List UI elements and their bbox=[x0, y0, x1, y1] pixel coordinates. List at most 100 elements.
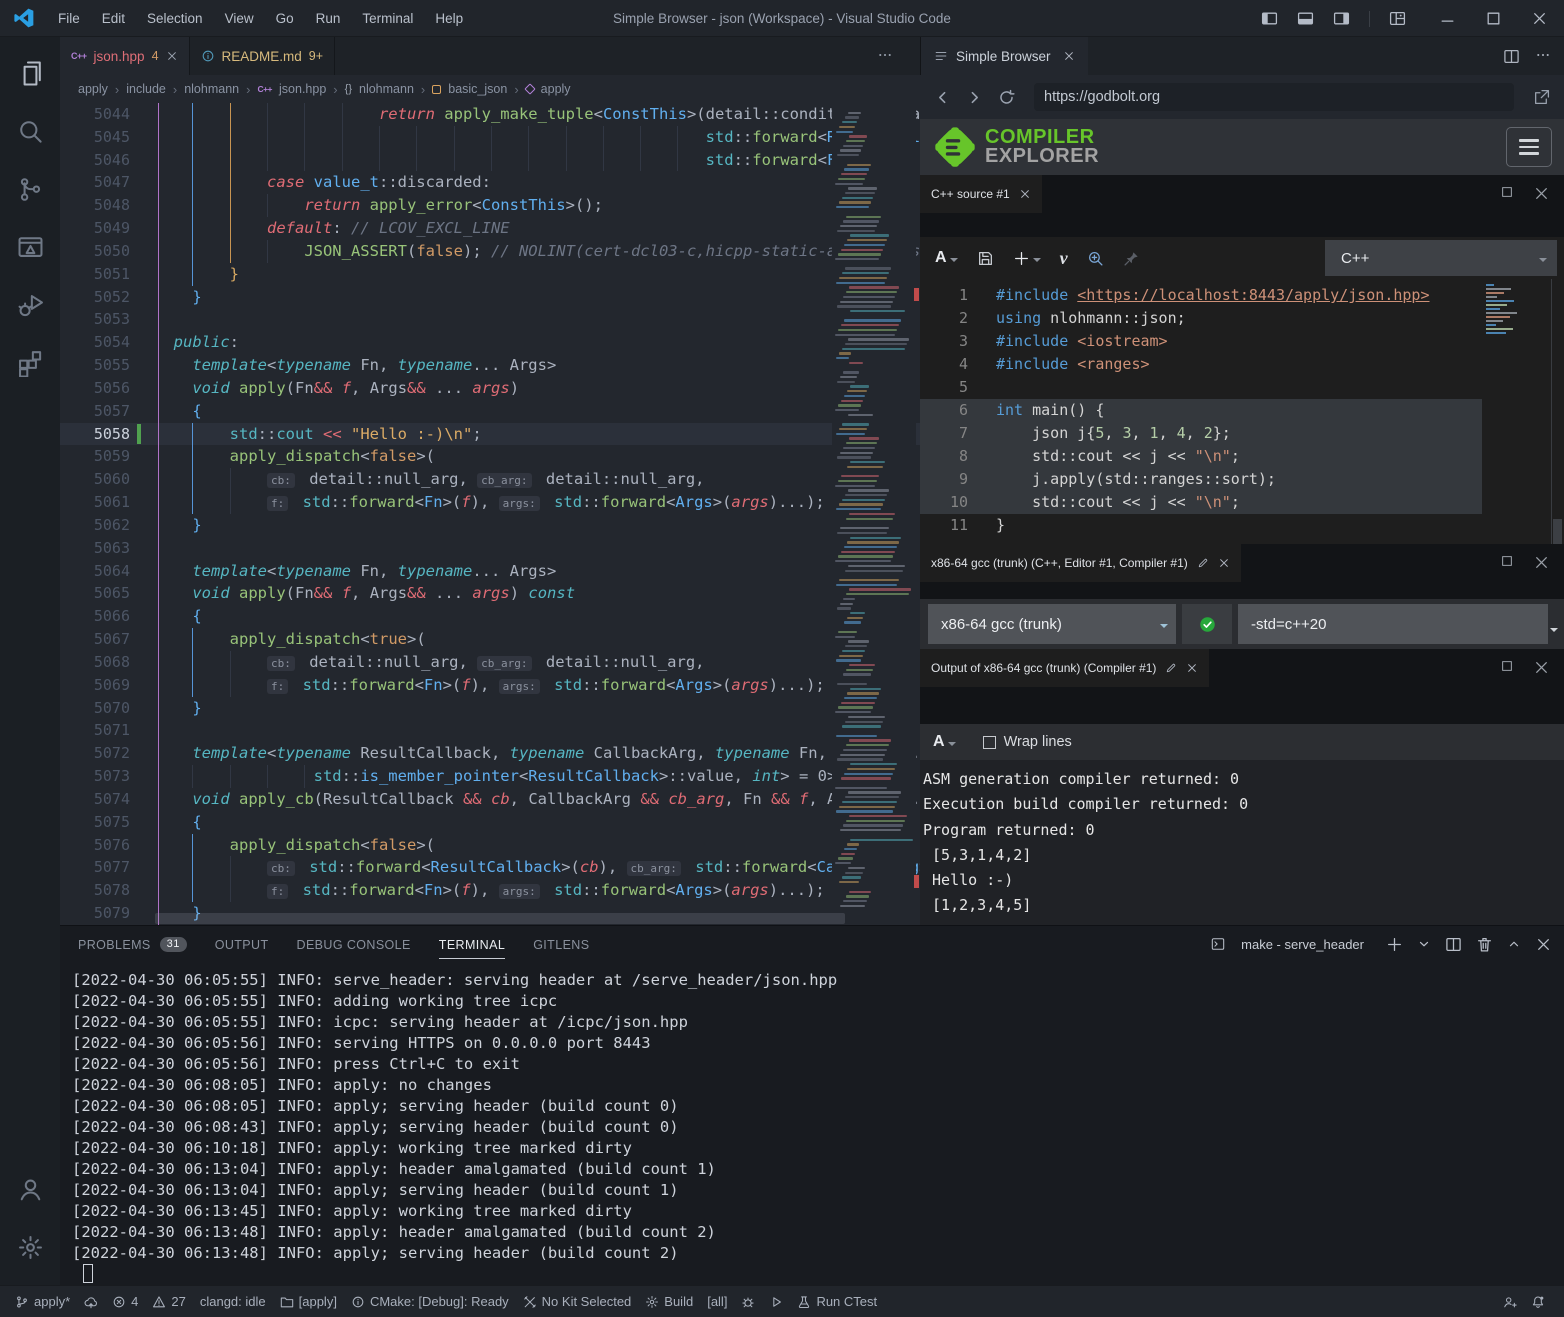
activitybar-run-debug[interactable] bbox=[0, 279, 60, 331]
open-external-icon[interactable] bbox=[1533, 89, 1550, 106]
source-pane-tab[interactable]: C++ source #1 bbox=[920, 175, 1042, 213]
menu-help[interactable]: Help bbox=[424, 8, 474, 29]
toggle-secondary-sidebar-icon[interactable] bbox=[1333, 10, 1350, 27]
status-clangd-status[interactable]: clangd: idle bbox=[193, 1286, 273, 1317]
back-icon[interactable] bbox=[934, 89, 951, 106]
menu-terminal[interactable]: Terminal bbox=[351, 8, 424, 29]
terminal-title[interactable]: make - serve_header bbox=[1241, 937, 1364, 952]
window-maximize-icon[interactable] bbox=[1485, 10, 1502, 27]
menu-run[interactable]: Run bbox=[305, 8, 352, 29]
menu-edit[interactable]: Edit bbox=[91, 8, 136, 29]
font-size-icon[interactable]: A bbox=[933, 733, 956, 751]
tab-simple-browser[interactable]: Simple Browser bbox=[921, 37, 1088, 75]
tab-close-icon[interactable] bbox=[1063, 50, 1075, 62]
pane-maximize-icon[interactable] bbox=[1500, 659, 1514, 673]
pane-close-icon[interactable] bbox=[1218, 557, 1230, 569]
status-git-branch[interactable]: apply* bbox=[8, 1286, 77, 1317]
customize-layout-icon[interactable] bbox=[1389, 10, 1406, 27]
compiler-pane-tab[interactable]: x86-64 gcc (trunk) (C++, Editor #1, Comp… bbox=[920, 544, 1241, 582]
pane-close-icon[interactable] bbox=[1186, 662, 1198, 674]
status-warnings[interactable]: 27 bbox=[145, 1286, 192, 1317]
menu-file[interactable]: File bbox=[47, 8, 91, 29]
editor-actions-more-icon[interactable] bbox=[878, 48, 892, 62]
panel-tab-debug-console[interactable]: DEBUG CONSOLE bbox=[297, 926, 411, 962]
close-panel-icon[interactable] bbox=[1535, 936, 1552, 953]
terminal-dropdown-icon[interactable] bbox=[1417, 937, 1431, 951]
breadcrumb-item[interactable]: basic_json bbox=[448, 82, 507, 96]
new-terminal-icon[interactable] bbox=[1386, 936, 1403, 953]
more-actions-icon[interactable] bbox=[1536, 48, 1550, 62]
options-dropdown-icon[interactable] bbox=[1550, 628, 1558, 636]
activitybar-search[interactable] bbox=[0, 105, 60, 157]
pane-close-icon[interactable] bbox=[1019, 188, 1031, 200]
rename-pane-icon[interactable] bbox=[1197, 557, 1209, 569]
status-sync-changes[interactable] bbox=[77, 1286, 105, 1317]
language-select[interactable]: C++ bbox=[1325, 240, 1557, 276]
status-cmake-folder[interactable]: [apply] bbox=[273, 1286, 344, 1317]
wrap-lines-checkbox[interactable] bbox=[983, 736, 996, 749]
panel-tab-gitlens[interactable]: GITLENS bbox=[533, 926, 589, 962]
pane-maximize-icon[interactable] bbox=[1500, 554, 1514, 568]
activitybar-extensions[interactable] bbox=[0, 337, 60, 389]
status-notifications[interactable] bbox=[1524, 1286, 1552, 1317]
compiler-options-input[interactable]: -std=c++20 bbox=[1238, 604, 1548, 644]
pane-close-icon[interactable] bbox=[1533, 554, 1550, 571]
activitybar-explorer[interactable] bbox=[0, 47, 60, 99]
activitybar-settings[interactable] bbox=[0, 1221, 60, 1273]
editor-tab-json.hpp[interactable]: C++json.hpp4 bbox=[60, 37, 190, 75]
editor-tab-README.md[interactable]: README.md9+ bbox=[190, 37, 336, 75]
terminal-output[interactable]: [2022-04-30 06:05:55] INFO: serve_header… bbox=[72, 970, 837, 1264]
font-size-icon[interactable]: A bbox=[935, 249, 958, 267]
breadcrumb-item[interactable]: include bbox=[126, 82, 166, 96]
window-minimize-icon[interactable] bbox=[1439, 10, 1456, 27]
vim-mode-icon[interactable]: v bbox=[1060, 248, 1068, 269]
menu-go[interactable]: Go bbox=[265, 8, 305, 29]
godbolt-source-editor[interactable]: 1#include <https://localhost:8443/apply/… bbox=[920, 279, 1564, 544]
reload-icon[interactable] bbox=[998, 89, 1015, 106]
output-pane-tab[interactable]: Output of x86-64 gcc (trunk) (Compiler #… bbox=[920, 649, 1209, 687]
compiler-select[interactable]: x86-64 gcc (trunk) bbox=[928, 604, 1176, 644]
menu-hamburger-icon[interactable] bbox=[1506, 127, 1552, 167]
add-pane-icon[interactable] bbox=[1013, 250, 1041, 267]
window-close-icon[interactable] bbox=[1531, 10, 1548, 27]
breadcrumb-item[interactable]: json.hpp bbox=[279, 82, 326, 96]
split-terminal-icon[interactable] bbox=[1445, 936, 1462, 953]
status-errors[interactable]: 4 bbox=[105, 1286, 145, 1317]
pane-close-icon[interactable] bbox=[1533, 185, 1550, 202]
compiler-explorer-logo-text[interactable]: COMPILER EXPLORER bbox=[985, 128, 1099, 166]
breadcrumb-item[interactable]: apply bbox=[541, 82, 571, 96]
rename-pane-icon[interactable] bbox=[1165, 662, 1177, 674]
pane-close-icon[interactable] bbox=[1533, 659, 1550, 676]
status-cmake-kit[interactable]: No Kit Selected bbox=[516, 1286, 639, 1317]
kill-terminal-icon[interactable] bbox=[1476, 936, 1493, 953]
search-icon[interactable] bbox=[1087, 250, 1104, 267]
status-debug-target[interactable] bbox=[734, 1286, 762, 1317]
minimap[interactable] bbox=[832, 103, 916, 925]
forward-icon[interactable] bbox=[966, 89, 983, 106]
menu-selection[interactable]: Selection bbox=[136, 8, 214, 29]
url-input[interactable]: https://godbolt.org bbox=[1034, 83, 1514, 111]
activitybar-live-preview[interactable] bbox=[0, 221, 60, 273]
status-build-target[interactable]: [all] bbox=[700, 1286, 734, 1317]
status-feedback[interactable] bbox=[1496, 1286, 1524, 1317]
status-launch-target[interactable] bbox=[762, 1286, 790, 1317]
split-editor-icon[interactable] bbox=[1503, 48, 1520, 65]
save-icon[interactable] bbox=[977, 250, 994, 267]
panel-tab-output[interactable]: OUTPUT bbox=[215, 926, 269, 962]
status-cmake-build[interactable]: Build bbox=[638, 1286, 700, 1317]
status-cmake-status[interactable]: CMake: [Debug]: Ready bbox=[344, 1286, 516, 1317]
pane-maximize-icon[interactable] bbox=[1500, 185, 1514, 199]
menu-view[interactable]: View bbox=[214, 8, 265, 29]
toggle-sidebar-icon[interactable] bbox=[1261, 10, 1278, 27]
panel-tab-problems[interactable]: PROBLEMS31 bbox=[78, 926, 187, 962]
breadcrumb-item[interactable]: apply bbox=[78, 82, 108, 96]
breadcrumb-item[interactable]: nlohmann bbox=[359, 82, 414, 96]
pin-icon[interactable] bbox=[1123, 250, 1140, 267]
code-editor[interactable]: 5044 return apply_make_tuple<ConstThis>(… bbox=[60, 103, 920, 925]
status-run-ctest[interactable]: Run CTest bbox=[790, 1286, 884, 1317]
horizontal-scrollbar[interactable] bbox=[155, 913, 845, 924]
breadcrumb-item[interactable]: nlohmann bbox=[184, 82, 239, 96]
maximize-panel-icon[interactable] bbox=[1507, 937, 1521, 951]
activitybar-accounts[interactable] bbox=[0, 1163, 60, 1215]
activitybar-source-control[interactable] bbox=[0, 163, 60, 215]
